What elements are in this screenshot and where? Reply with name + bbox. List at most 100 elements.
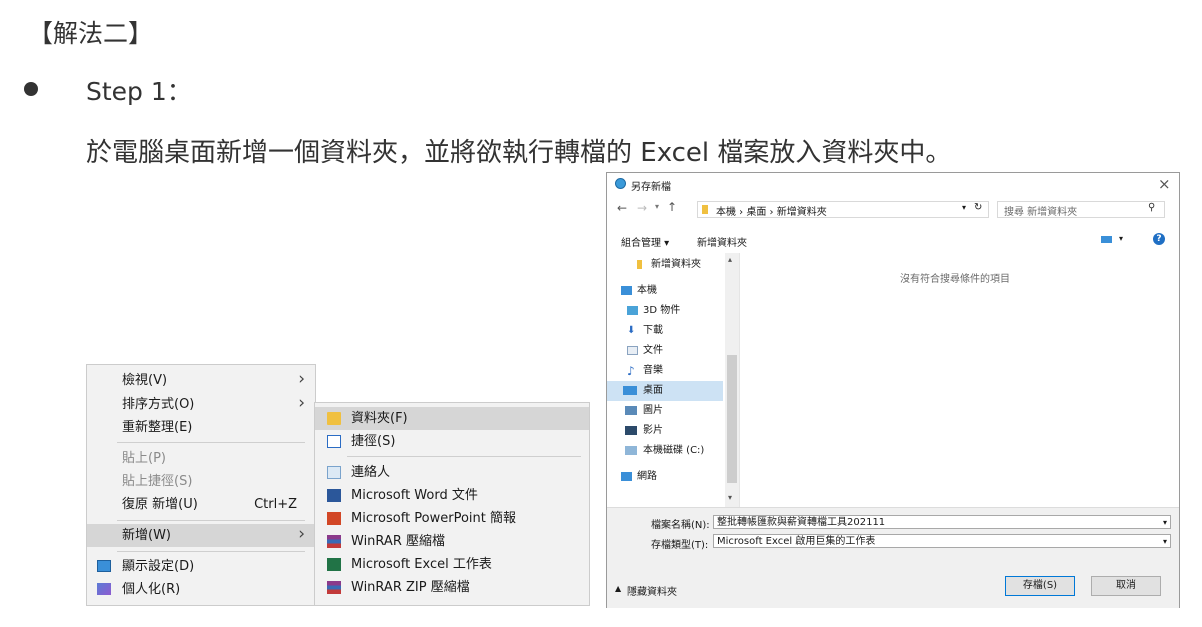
- submenu-item-powerpoint[interactable]: Microsoft PowerPoint 簡報: [315, 507, 589, 530]
- cube-icon: [627, 306, 638, 315]
- desktop-icon: [623, 386, 637, 395]
- new-submenu: 資料夾(F) 捷徑(S) 連絡人 Microsoft Word 文件 Micro…: [314, 402, 590, 606]
- desktop-context-menu: 檢視(V) › 排序方式(O) › 重新整理(E) 貼上(P) 貼上捷徑(S) …: [86, 364, 316, 606]
- step-label: Step 1：: [86, 77, 192, 106]
- pictures-icon: [625, 406, 637, 415]
- tree-item-music[interactable]: ♪ 音樂: [607, 361, 723, 381]
- submenu-item-winrar[interactable]: WinRAR 壓縮檔: [315, 530, 589, 553]
- submenu-item-folder[interactable]: 資料夾(F): [315, 407, 589, 430]
- tree-item-pictures[interactable]: 圖片: [607, 401, 723, 421]
- word-icon: [327, 489, 341, 502]
- filetype-label: 存檔類型(T):: [651, 540, 709, 551]
- tree-item-downloads[interactable]: ⬇ 下載: [607, 321, 723, 341]
- filename-label: 檔案名稱(N):: [651, 520, 710, 531]
- address-bar[interactable]: 本機 › 桌面 › 新增資料夾 ▾ ↻: [697, 201, 989, 218]
- disk-icon: [625, 446, 637, 455]
- section-heading: 【解法二】: [28, 19, 154, 48]
- powerpoint-icon: [327, 512, 341, 525]
- bullet-dot: [24, 82, 38, 96]
- winrar-zip-icon: [327, 581, 341, 594]
- tree-item-desktop[interactable]: 桌面: [607, 381, 723, 401]
- dialog-titlebar: 另存新檔 ×: [607, 173, 1179, 195]
- menu-item-undo-new[interactable]: 復原 新增(U) Ctrl+Z: [87, 493, 315, 516]
- navigation-tree: 新增資料夾 本機 3D 物件 ⬇ 下載 文件 ♪ 音樂 桌面 圖片 影片 本機磁碟 …: [607, 253, 723, 507]
- tree-item-local-disk[interactable]: 本機磁碟 (C:): [607, 441, 723, 461]
- menu-separator: [117, 442, 305, 443]
- search-placeholder: 搜尋 新增資料夾: [1004, 207, 1078, 218]
- scroll-up-icon[interactable]: ▴: [728, 255, 732, 264]
- chevron-down-icon[interactable]: ▾: [1119, 234, 1123, 243]
- menu-separator: [347, 456, 581, 457]
- video-icon: [625, 426, 637, 435]
- new-folder-button[interactable]: 新增資料夾: [697, 234, 747, 249]
- menu-item-display-settings[interactable]: 顯示設定(D): [87, 555, 315, 578]
- folder-icon: [702, 205, 708, 214]
- save-button[interactable]: 存檔(S): [1005, 576, 1075, 596]
- pc-icon: [621, 286, 632, 295]
- close-button[interactable]: ×: [1158, 175, 1171, 193]
- filetype-select[interactable]: Microsoft Excel 啟用巨集的工作表 ▾: [713, 534, 1171, 548]
- chevron-down-icon[interactable]: ▾: [1163, 535, 1167, 549]
- save-icon: [615, 178, 626, 189]
- menu-item-refresh[interactable]: 重新整理(E): [87, 416, 315, 439]
- menu-separator: [117, 551, 305, 552]
- dialog-navbar: ← → ▾ ↑ 本機 › 桌面 › 新增資料夾 ▾ ↻ 搜尋 新增資料夾 ⚲: [607, 198, 1179, 220]
- breadcrumb: 本機 › 桌面 › 新增資料夾: [716, 207, 827, 218]
- scrollbar-thumb[interactable]: [727, 355, 737, 483]
- scroll-down-icon[interactable]: ▾: [728, 493, 732, 502]
- dialog-footer: 檔案名稱(N): 整批轉帳匯款與薪資轉檔工具202111 ▾ 存檔類型(T): …: [607, 507, 1179, 608]
- menu-separator: [117, 520, 305, 521]
- submenu-item-excel[interactable]: Microsoft Excel 工作表: [315, 553, 589, 576]
- folder-icon: [327, 412, 341, 425]
- menu-item-personalize[interactable]: 個人化(R): [87, 578, 315, 601]
- network-icon: [621, 472, 632, 481]
- tree-item-network[interactable]: 網路: [607, 467, 723, 487]
- chevron-right-icon: ›: [298, 393, 305, 413]
- chevron-up-icon[interactable]: ▲: [615, 584, 621, 593]
- up-arrow-icon[interactable]: ↑: [667, 200, 677, 214]
- tree-item-this-pc[interactable]: 本機: [607, 281, 723, 301]
- tree-item-3d-objects[interactable]: 3D 物件: [607, 301, 723, 321]
- music-icon: ♪: [627, 364, 635, 378]
- file-list-area[interactable]: 沒有符合搜尋條件的項目: [739, 253, 1178, 507]
- contact-icon: [327, 466, 341, 479]
- forward-arrow-icon[interactable]: →: [637, 201, 647, 215]
- tree-item-new-folder[interactable]: 新增資料夾: [607, 255, 723, 275]
- organize-button[interactable]: 組合管理 ▾: [621, 234, 669, 249]
- shortcut-label: Ctrl+Z: [254, 497, 297, 512]
- dialog-commandbar: 組合管理 ▾ 新增資料夾 ▾ ?: [607, 229, 1179, 251]
- chevron-down-icon[interactable]: ▾: [655, 202, 659, 211]
- filename-input[interactable]: 整批轉帳匯款與薪資轉檔工具202111 ▾: [713, 515, 1171, 529]
- search-icon[interactable]: ⚲: [1148, 202, 1155, 213]
- chevron-down-icon[interactable]: ▾: [962, 203, 966, 212]
- tree-item-documents[interactable]: 文件: [607, 341, 723, 361]
- menu-item-paste[interactable]: 貼上(P): [87, 447, 315, 470]
- document-icon: [627, 346, 638, 355]
- hide-folders-toggle[interactable]: 隱藏資料夾: [627, 583, 677, 598]
- cancel-button[interactable]: 取消: [1091, 576, 1161, 596]
- help-button[interactable]: ?: [1153, 233, 1165, 245]
- menu-item-sort[interactable]: 排序方式(O) ›: [87, 393, 315, 416]
- chevron-down-icon[interactable]: ▾: [1163, 516, 1167, 530]
- empty-message: 沒有符合搜尋條件的項目: [900, 274, 1010, 285]
- view-icon[interactable]: [1101, 236, 1112, 243]
- tree-item-videos[interactable]: 影片: [607, 421, 723, 441]
- excel-icon: [327, 558, 341, 571]
- dialog-title: 另存新檔: [631, 182, 671, 193]
- back-arrow-icon[interactable]: ←: [617, 201, 627, 215]
- winrar-icon: [327, 535, 341, 548]
- menu-item-paste-shortcut[interactable]: 貼上捷徑(S): [87, 470, 315, 493]
- shortcut-icon: [327, 435, 341, 448]
- download-icon: ⬇: [627, 325, 636, 336]
- folder-icon: [637, 260, 642, 269]
- submenu-item-contact[interactable]: 連絡人: [315, 461, 589, 484]
- refresh-icon[interactable]: ↻: [974, 202, 982, 213]
- search-input[interactable]: 搜尋 新增資料夾 ⚲: [997, 201, 1165, 218]
- menu-item-view[interactable]: 檢視(V) ›: [87, 369, 315, 392]
- save-as-dialog: 另存新檔 × ← → ▾ ↑ 本機 › 桌面 › 新增資料夾 ▾ ↻ 搜尋 新增…: [606, 172, 1180, 608]
- menu-item-new[interactable]: 新增(W) ›: [87, 524, 315, 547]
- submenu-item-shortcut[interactable]: 捷徑(S): [315, 430, 589, 453]
- tree-scrollbar[interactable]: ▴ ▾: [725, 253, 739, 507]
- submenu-item-winrar-zip[interactable]: WinRAR ZIP 壓縮檔: [315, 576, 589, 599]
- submenu-item-word[interactable]: Microsoft Word 文件: [315, 484, 589, 507]
